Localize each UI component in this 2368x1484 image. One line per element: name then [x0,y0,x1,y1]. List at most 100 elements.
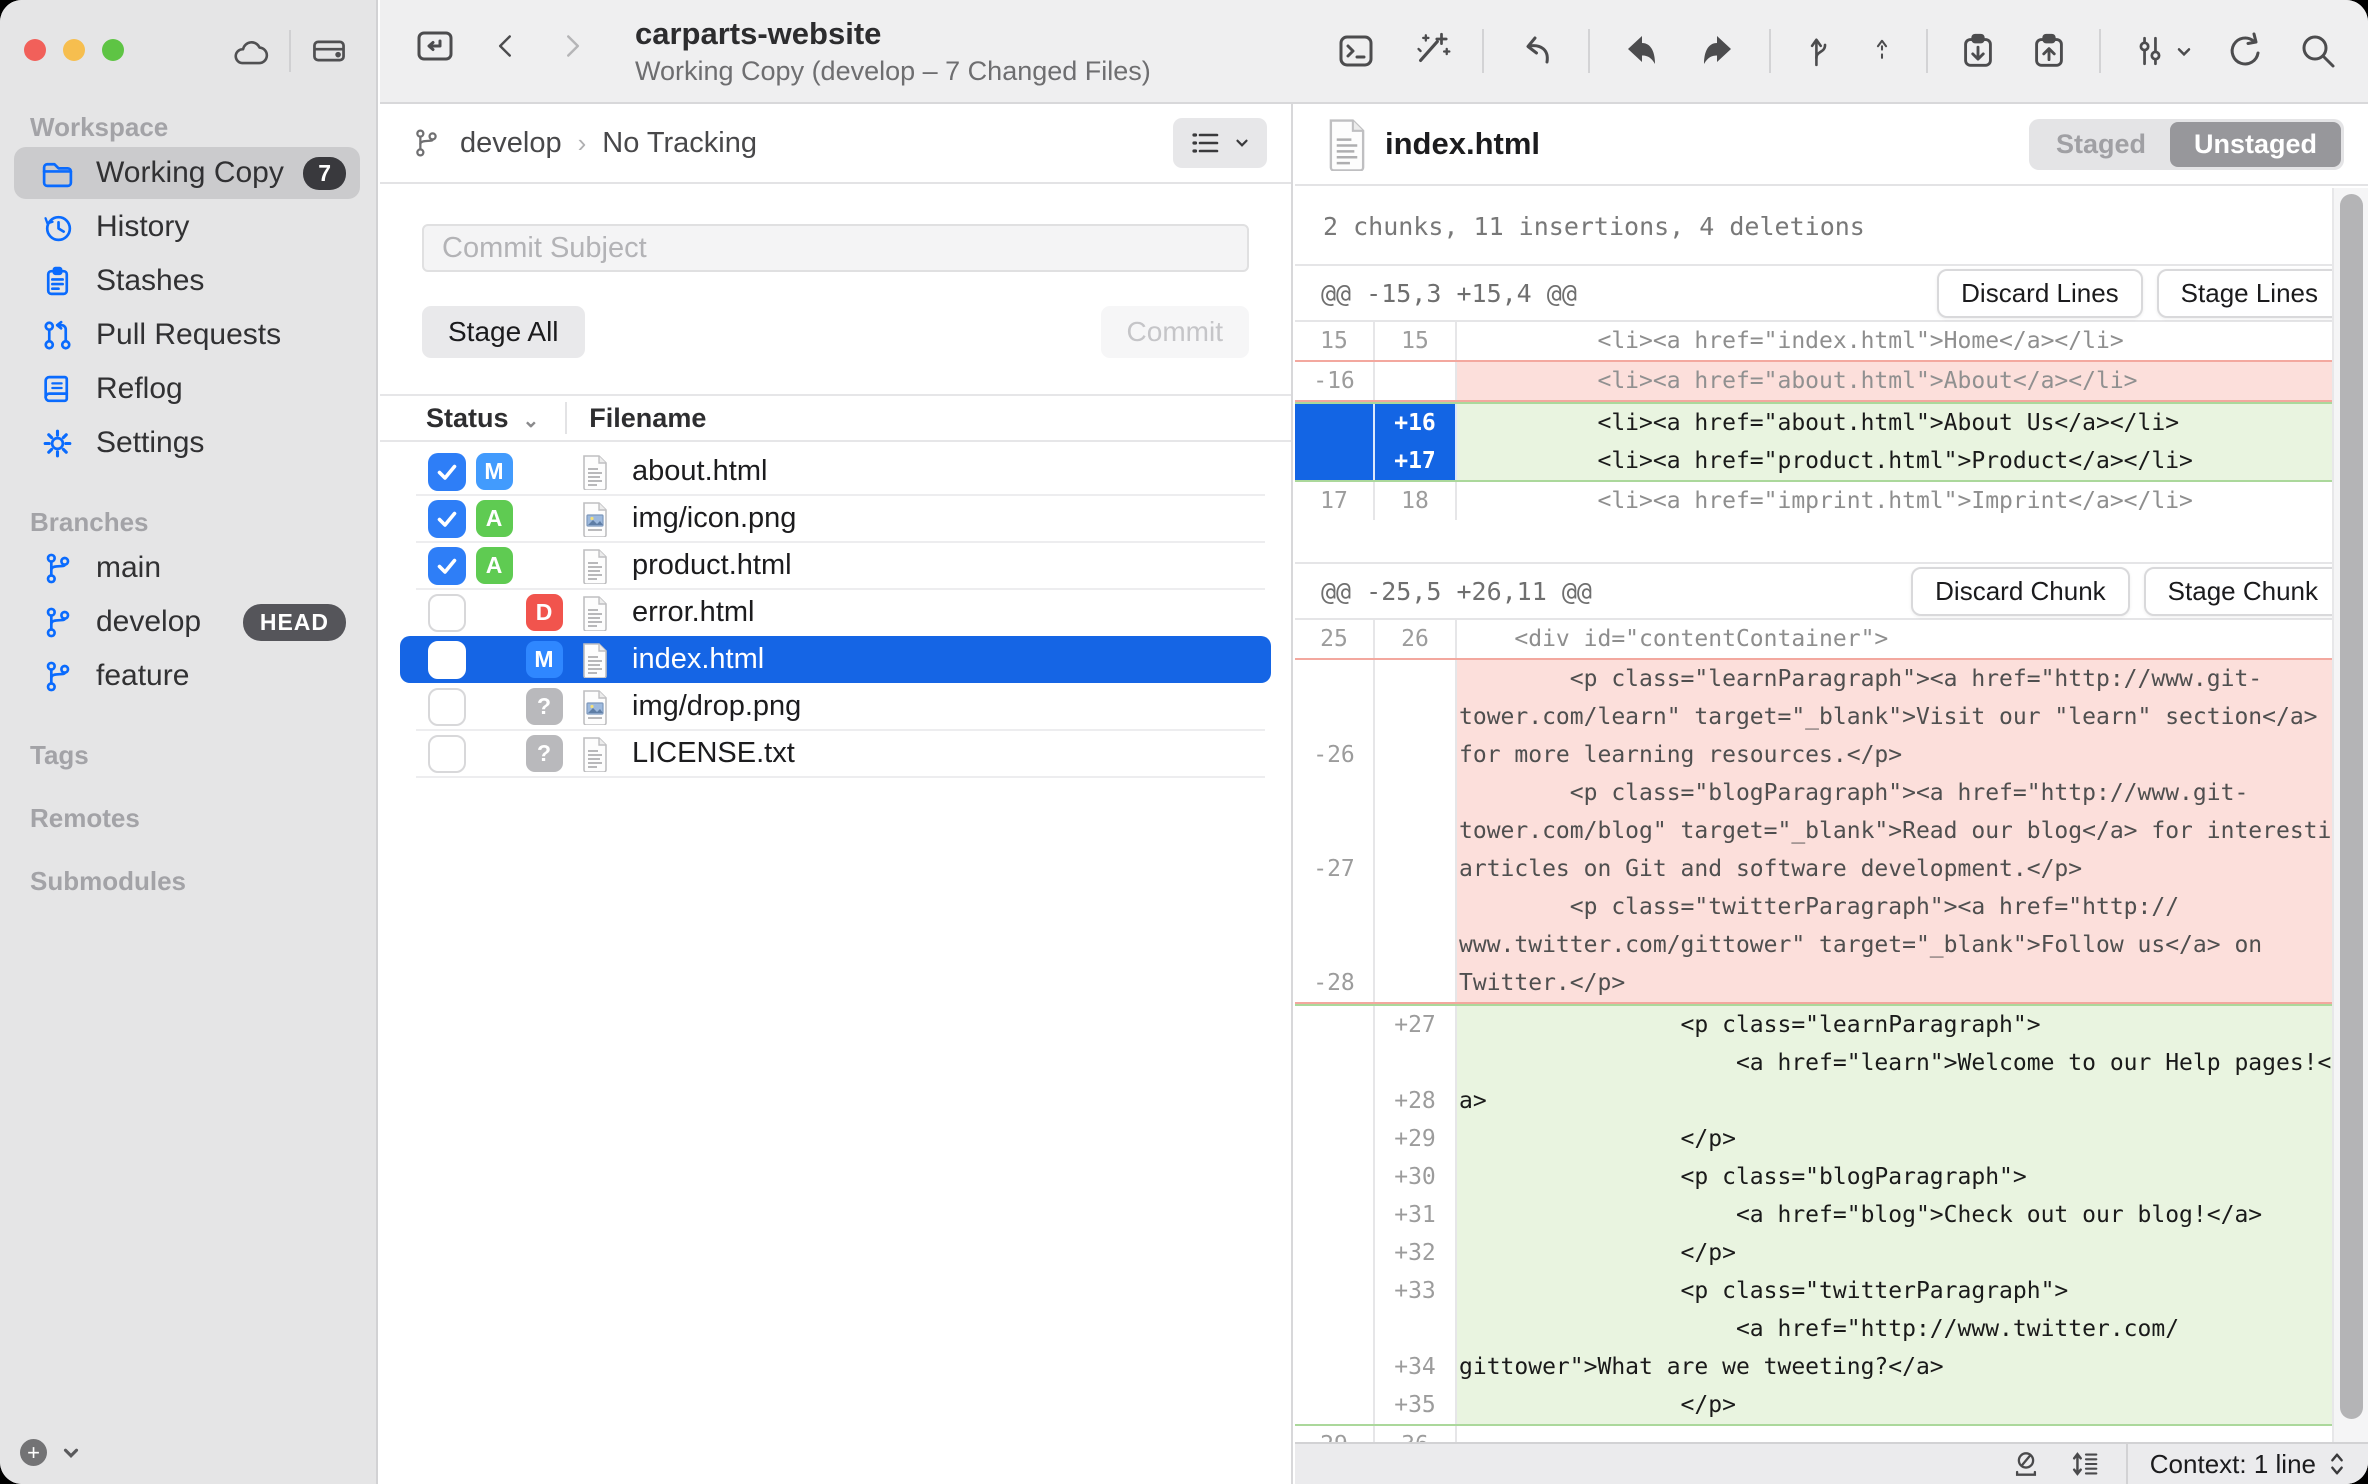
back-button[interactable] [492,26,522,66]
merge-arrow-button[interactable] [1619,29,1665,73]
commit-button[interactable]: Commit [1101,306,1249,358]
html-file-icon [580,595,614,631]
sidebar-item-stashes[interactable]: Stashes [14,255,360,307]
stage-checkbox[interactable] [428,500,466,538]
diff-line[interactable]: +29 </p> [1295,1120,2368,1158]
code-line: <li><a href="imprint.html">Imprint</a></… [1457,482,2368,520]
services-icon[interactable] [305,31,353,71]
stage-checkbox[interactable] [428,453,466,491]
stage-checkbox[interactable] [428,735,466,773]
file-row[interactable]: Derror.html [400,589,1271,636]
code-line: <p class="twitterParagraph"><a href="htt… [1457,888,2368,1002]
scrollbar-thumb[interactable] [2340,194,2363,1419]
sidebar-section-workspace: Workspace [30,112,374,143]
discard-chunk-button[interactable]: Discard Chunk [1911,567,2130,616]
repo-folder-icon[interactable] [412,24,458,68]
stage-checkbox[interactable] [428,547,466,585]
zoom-button[interactable] [102,39,124,61]
stage-all-button[interactable]: Stage All [422,306,585,358]
file-row[interactable]: Aproduct.html [400,542,1271,589]
sidebar-item-feature[interactable]: feature [14,650,360,702]
diff-line[interactable]: +31 <a href="blog">Check out our blog!</… [1295,1196,2368,1234]
diff-line[interactable]: +28 <a href="learn">Welcome to our Help … [1295,1044,2368,1120]
diff-line[interactable]: 1515 <li><a href="index.html">Home</a></… [1295,322,2368,360]
stepper-icon [2328,1451,2346,1477]
diff-line[interactable]: +30 <p class="blogParagraph"> [1295,1158,2368,1196]
filename-column-header[interactable]: Filename [589,403,706,434]
stage-checkbox[interactable] [428,641,466,679]
diff-line[interactable]: -27 <p class="blogParagraph"><a href="ht… [1295,774,2368,888]
line-spacing-icon[interactable] [2068,1447,2102,1481]
view-mode-button[interactable] [1173,118,1267,168]
file-row[interactable]: Aimg/icon.png [400,495,1271,542]
diff-line[interactable]: -26 <p class="learnParagraph"><a href="h… [1295,658,2368,774]
new-line-number: 15 [1375,322,1457,360]
sidebar-item-reflog[interactable]: Reflog [14,363,360,415]
ignore-whitespace-icon[interactable] [2010,1447,2042,1481]
view-options-button[interactable] [2130,29,2194,73]
forward-button[interactable] [556,26,586,66]
status-column-header[interactable]: Status [426,403,509,434]
sidebar-item-working-copy[interactable]: Working Copy7 [14,147,360,199]
redo-arrow-button[interactable] [1694,29,1740,73]
branch-line-button[interactable] [1800,29,1838,73]
context-stepper[interactable]: Context: 1 line [2128,1449,2368,1480]
stash-apply-button[interactable] [2028,29,2070,73]
cloud-icon[interactable] [225,32,275,70]
sidebar-item-settings[interactable]: Settings [14,417,360,469]
list-icon [1189,128,1223,158]
add-button[interactable]: + [20,1439,47,1466]
file-row[interactable]: Mabout.html [400,448,1271,495]
diff-line[interactable]: +35 </p> [1295,1386,2368,1426]
undo-arrow-icon [1513,29,1559,73]
terminal-button[interactable] [1334,29,1378,73]
new-line-number [1375,774,1457,888]
stage-lines-button[interactable]: Stage Lines [2157,269,2342,318]
file-row[interactable]: ?img/drop.png [400,683,1271,730]
scrollbar-track[interactable] [2332,188,2368,1442]
diff-scroll-area[interactable]: 2 chunks, 11 insertions, 4 deletions @@ … [1295,188,2368,1442]
sidebar-item-develop[interactable]: developHEAD [14,596,360,648]
stage-chunk-button[interactable]: Stage Chunk [2144,567,2342,616]
stage-checkbox[interactable] [428,688,466,726]
current-branch-label: develop [460,127,562,160]
diff-line[interactable]: +16 <li><a href="about.html">About Us</a… [1295,402,2368,442]
diff-line[interactable]: +32 </p> [1295,1234,2368,1272]
chunk-header: @@ -25,5 +26,11 @@Discard ChunkStage Chu… [1295,562,2368,620]
diff-line[interactable]: +17 <li><a href="product.html">Product</… [1295,442,2368,482]
stash-save-button[interactable] [1957,29,1999,73]
stage-checkbox[interactable] [428,594,466,632]
refresh-button[interactable] [2223,29,2267,73]
close-button[interactable] [24,39,46,61]
undo-arrow-button[interactable] [1513,29,1559,73]
cherry-pick-button[interactable] [1867,29,1897,73]
diff-line[interactable]: -16 <li><a href="about.html">About</a></… [1295,360,2368,402]
status-badge: M [476,453,513,490]
minimize-button[interactable] [63,39,85,61]
diff-line[interactable]: 1718 <li><a href="imprint.html">Imprint<… [1295,482,2368,520]
diff-line[interactable]: +34 <a href="http://www.twitter.com/ git… [1295,1310,2368,1386]
magic-wand-button[interactable] [1407,28,1453,74]
html-file-icon [580,736,614,772]
history-icon [40,210,80,244]
window-subtitle: Working Copy (develop – 7 Changed Files) [635,56,1151,87]
tab-staged[interactable]: Staged [2032,122,2170,167]
file-icon [1325,117,1369,171]
commit-subject-input[interactable] [422,224,1249,272]
diff-line[interactable]: +27 <p class="learnParagraph"> [1295,1004,2368,1044]
diff-line[interactable]: +33 <p class="twitterParagraph"> [1295,1272,2368,1310]
diff-line[interactable]: -28 <p class="twitterParagraph"><a href=… [1295,888,2368,1004]
search-button[interactable] [2296,29,2340,73]
tab-unstaged[interactable]: Unstaged [2170,122,2341,167]
sidebar-section-tags: Tags [30,740,374,771]
file-row[interactable]: ?LICENSE.txt [400,730,1271,777]
sidebar-item-history[interactable]: History [14,201,360,253]
sidebar-item-pull-requests[interactable]: Pull Requests [14,309,360,361]
sidebar-item-main[interactable]: main [14,542,360,594]
code-line: <li><a href="index.html">Home</a></li> [1457,322,2368,360]
file-row[interactable]: Mindex.html [400,636,1271,683]
discard-lines-button[interactable]: Discard Lines [1937,269,2143,318]
chevron-down-icon[interactable] [60,1442,82,1464]
diff-line[interactable]: 2936 [1295,1426,2368,1442]
diff-line[interactable]: 2526 <div id="contentContainer"> [1295,620,2368,658]
